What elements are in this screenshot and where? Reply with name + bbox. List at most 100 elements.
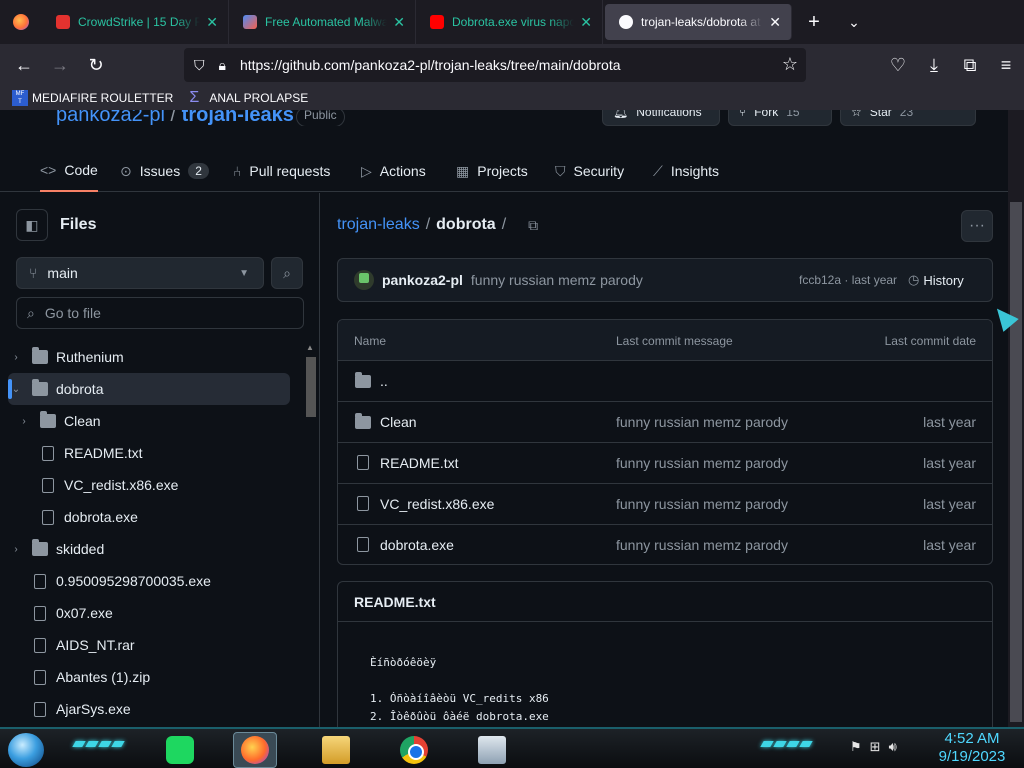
go-to-file-field[interactable]: ⌕	[16, 297, 304, 329]
fork-button[interactable]: ⑂ Fork 15	[728, 110, 832, 126]
bookmark-sigma[interactable]: Σ ANAL PROLAPSE	[189, 90, 308, 106]
repo-name-link[interactable]: trojan-leaks	[182, 110, 294, 126]
table-row[interactable]: Clean funny russian memz parody last yea…	[338, 402, 992, 443]
close-tab-icon[interactable]: ✕	[206, 14, 218, 31]
volume-icon[interactable]: 🔊︎	[889, 739, 897, 755]
tree-item-file[interactable]: AjarSys.exe	[8, 693, 290, 725]
tree-item-dobrota[interactable]: ⌄ dobrota	[8, 373, 290, 405]
file-name-link[interactable]: dobrota.exe	[380, 537, 454, 553]
chevron-right-icon[interactable]: ›	[8, 352, 24, 363]
bookmark-mediafire[interactable]: MF T MEDIAFIRE ROULETTER	[12, 90, 173, 106]
tree-item-readme[interactable]: README.txt	[8, 437, 290, 469]
tab-projects[interactable]: ▦ Projects	[456, 150, 528, 192]
close-tab-icon[interactable]: ✕	[393, 14, 405, 31]
collapse-sidebar-icon[interactable]: ◧	[16, 209, 48, 241]
commit-message[interactable]: funny russian memz parody	[471, 272, 643, 288]
repo-owner-link[interactable]: pankoza2-pl	[56, 110, 165, 126]
pocket-icon[interactable]: ♡	[880, 47, 916, 83]
breadcrumb-repo-link[interactable]: trojan-leaks	[337, 216, 420, 234]
commit-message-link[interactable]: funny russian memz parody	[616, 414, 788, 430]
network-icon[interactable]: ⊞	[870, 739, 881, 755]
extensions-icon[interactable]: ⧉	[952, 47, 988, 83]
taskbar-spotify[interactable]	[158, 732, 202, 768]
taskbar-chrome[interactable]	[392, 732, 436, 768]
tab-pull-requests[interactable]: ⑃ Pull requests	[233, 150, 330, 192]
notifications-button[interactable]: 🔔︎ Notifications	[602, 110, 720, 126]
go-to-file-input[interactable]	[44, 305, 285, 321]
tab-code[interactable]: <> Code	[40, 150, 98, 192]
taskbar-task-manager[interactable]	[470, 732, 514, 768]
chevron-right-icon[interactable]: ›	[8, 544, 24, 555]
lock-icon[interactable]: 🔒︎	[219, 57, 226, 74]
history-button[interactable]: ◷ History	[908, 272, 964, 288]
tab-malware-analysis[interactable]: Free Automated Malware Analysis ✕	[229, 0, 416, 44]
file-icon	[34, 701, 46, 717]
tab-security[interactable]: ⛉ Security	[555, 150, 624, 192]
parent-directory-link[interactable]: ..	[380, 373, 388, 389]
avatar[interactable]	[354, 270, 374, 290]
table-row[interactable]: dobrota.exe funny russian memz parody la…	[338, 525, 992, 564]
search-icon[interactable]: ⌕	[271, 257, 303, 289]
star-button[interactable]: ☆ Star 23	[840, 110, 976, 126]
tab-crowdstrike[interactable]: CrowdStrike | 15 Day Free Trial ✕	[42, 0, 229, 44]
copy-path-icon[interactable]: ⧉	[528, 217, 538, 234]
tree-item-dobrota-exe[interactable]: dobrota.exe	[8, 501, 290, 533]
table-row-parent[interactable]: ..	[338, 361, 992, 402]
chevron-down-icon[interactable]: ⌄	[8, 384, 24, 395]
url-text[interactable]: https://github.com/pankoza2-pl/trojan-le…	[240, 57, 621, 73]
file-name-link[interactable]: VC_redist.x86.exe	[380, 496, 494, 512]
tree-item-file[interactable]: AIDS_NT.rar	[8, 629, 290, 661]
tree-item-ruthenium[interactable]: › Ruthenium	[8, 341, 290, 373]
tab-insights[interactable]: ⟋ Insights	[653, 150, 719, 192]
flag-icon[interactable]: ⚑	[850, 739, 862, 755]
tree-item-skidded[interactable]: › skidded	[8, 533, 290, 565]
tree-item-file[interactable]: Abantes (1).zip	[8, 661, 290, 693]
start-button[interactable]	[8, 733, 44, 767]
taskbar-explorer[interactable]	[314, 732, 358, 768]
tab-actions[interactable]: ▷ Actions	[361, 150, 426, 192]
table-row[interactable]: README.txt funny russian memz parody las…	[338, 443, 992, 484]
page-scrollbar[interactable]	[1008, 110, 1024, 727]
file-name-link[interactable]: Clean	[380, 414, 417, 430]
tab-youtube[interactable]: Dobrota.exe virus napogaet ✕	[416, 0, 603, 44]
more-options-icon[interactable]: ···	[961, 210, 993, 242]
tree-item-vc-redist[interactable]: VC_redist.x86.exe	[8, 469, 290, 501]
commit-message-link[interactable]: funny russian memz parody	[616, 537, 788, 553]
url-bar[interactable]: ⛉ 🔒︎ https://github.com/pankoza2-pl/troj…	[184, 48, 806, 82]
close-tab-icon[interactable]: ✕	[769, 14, 781, 31]
tab-github[interactable]: trojan-leaks/dobrota at main ✕	[605, 4, 792, 40]
table-row[interactable]: VC_redist.x86.exe funny russian memz par…	[338, 484, 992, 525]
scroll-up-icon[interactable]: ▲	[306, 343, 314, 352]
close-tab-icon[interactable]: ✕	[580, 14, 592, 31]
new-tab-button[interactable]: +	[794, 0, 834, 44]
commit-sha-time[interactable]: fccb12a · last year	[799, 273, 897, 287]
forward-icon[interactable]: →	[42, 47, 78, 83]
tracking-shield-icon[interactable]: ⛉	[194, 57, 205, 74]
bookmark-star-icon[interactable]: ☆	[782, 54, 798, 75]
clock[interactable]: 4:52 AM 9/19/2023	[930, 730, 1014, 766]
issue-icon: ⊙	[120, 162, 132, 179]
tree-item-file[interactable]: 0x07.exe	[8, 597, 290, 629]
tree-item-file[interactable]: 0.950095298700035.exe	[8, 565, 290, 597]
commit-author[interactable]: pankoza2-pl	[382, 272, 463, 288]
reload-icon[interactable]: ↻	[78, 47, 114, 83]
commit-message-link[interactable]: funny russian memz parody	[616, 496, 788, 512]
crowdstrike-icon	[56, 15, 70, 29]
branch-selector[interactable]: ⑂ main ▼	[16, 257, 264, 289]
tree-item-clean[interactable]: › Clean	[8, 405, 290, 437]
back-icon[interactable]: ←	[6, 47, 42, 83]
sidebar-scrollbar[interactable]: ▲	[305, 343, 317, 725]
tab-issues[interactable]: ⊙ Issues 2	[120, 150, 209, 192]
commit-message-link[interactable]: funny russian memz parody	[616, 455, 788, 471]
chevron-right-icon[interactable]: ›	[16, 416, 32, 427]
task-manager-icon	[478, 736, 506, 764]
downloads-icon[interactable]: ⤓	[916, 47, 952, 83]
list-tabs-button[interactable]: ⌄	[834, 0, 874, 44]
taskbar-firefox[interactable]	[233, 732, 277, 768]
scrollbar-thumb[interactable]	[1010, 202, 1022, 722]
readme-title[interactable]: README.txt	[338, 582, 992, 622]
menu-icon[interactable]: ≡	[988, 47, 1024, 83]
firefox-menu-icon[interactable]	[0, 0, 42, 44]
file-name-link[interactable]: README.txt	[380, 455, 459, 471]
scrollbar-thumb[interactable]	[306, 357, 316, 417]
